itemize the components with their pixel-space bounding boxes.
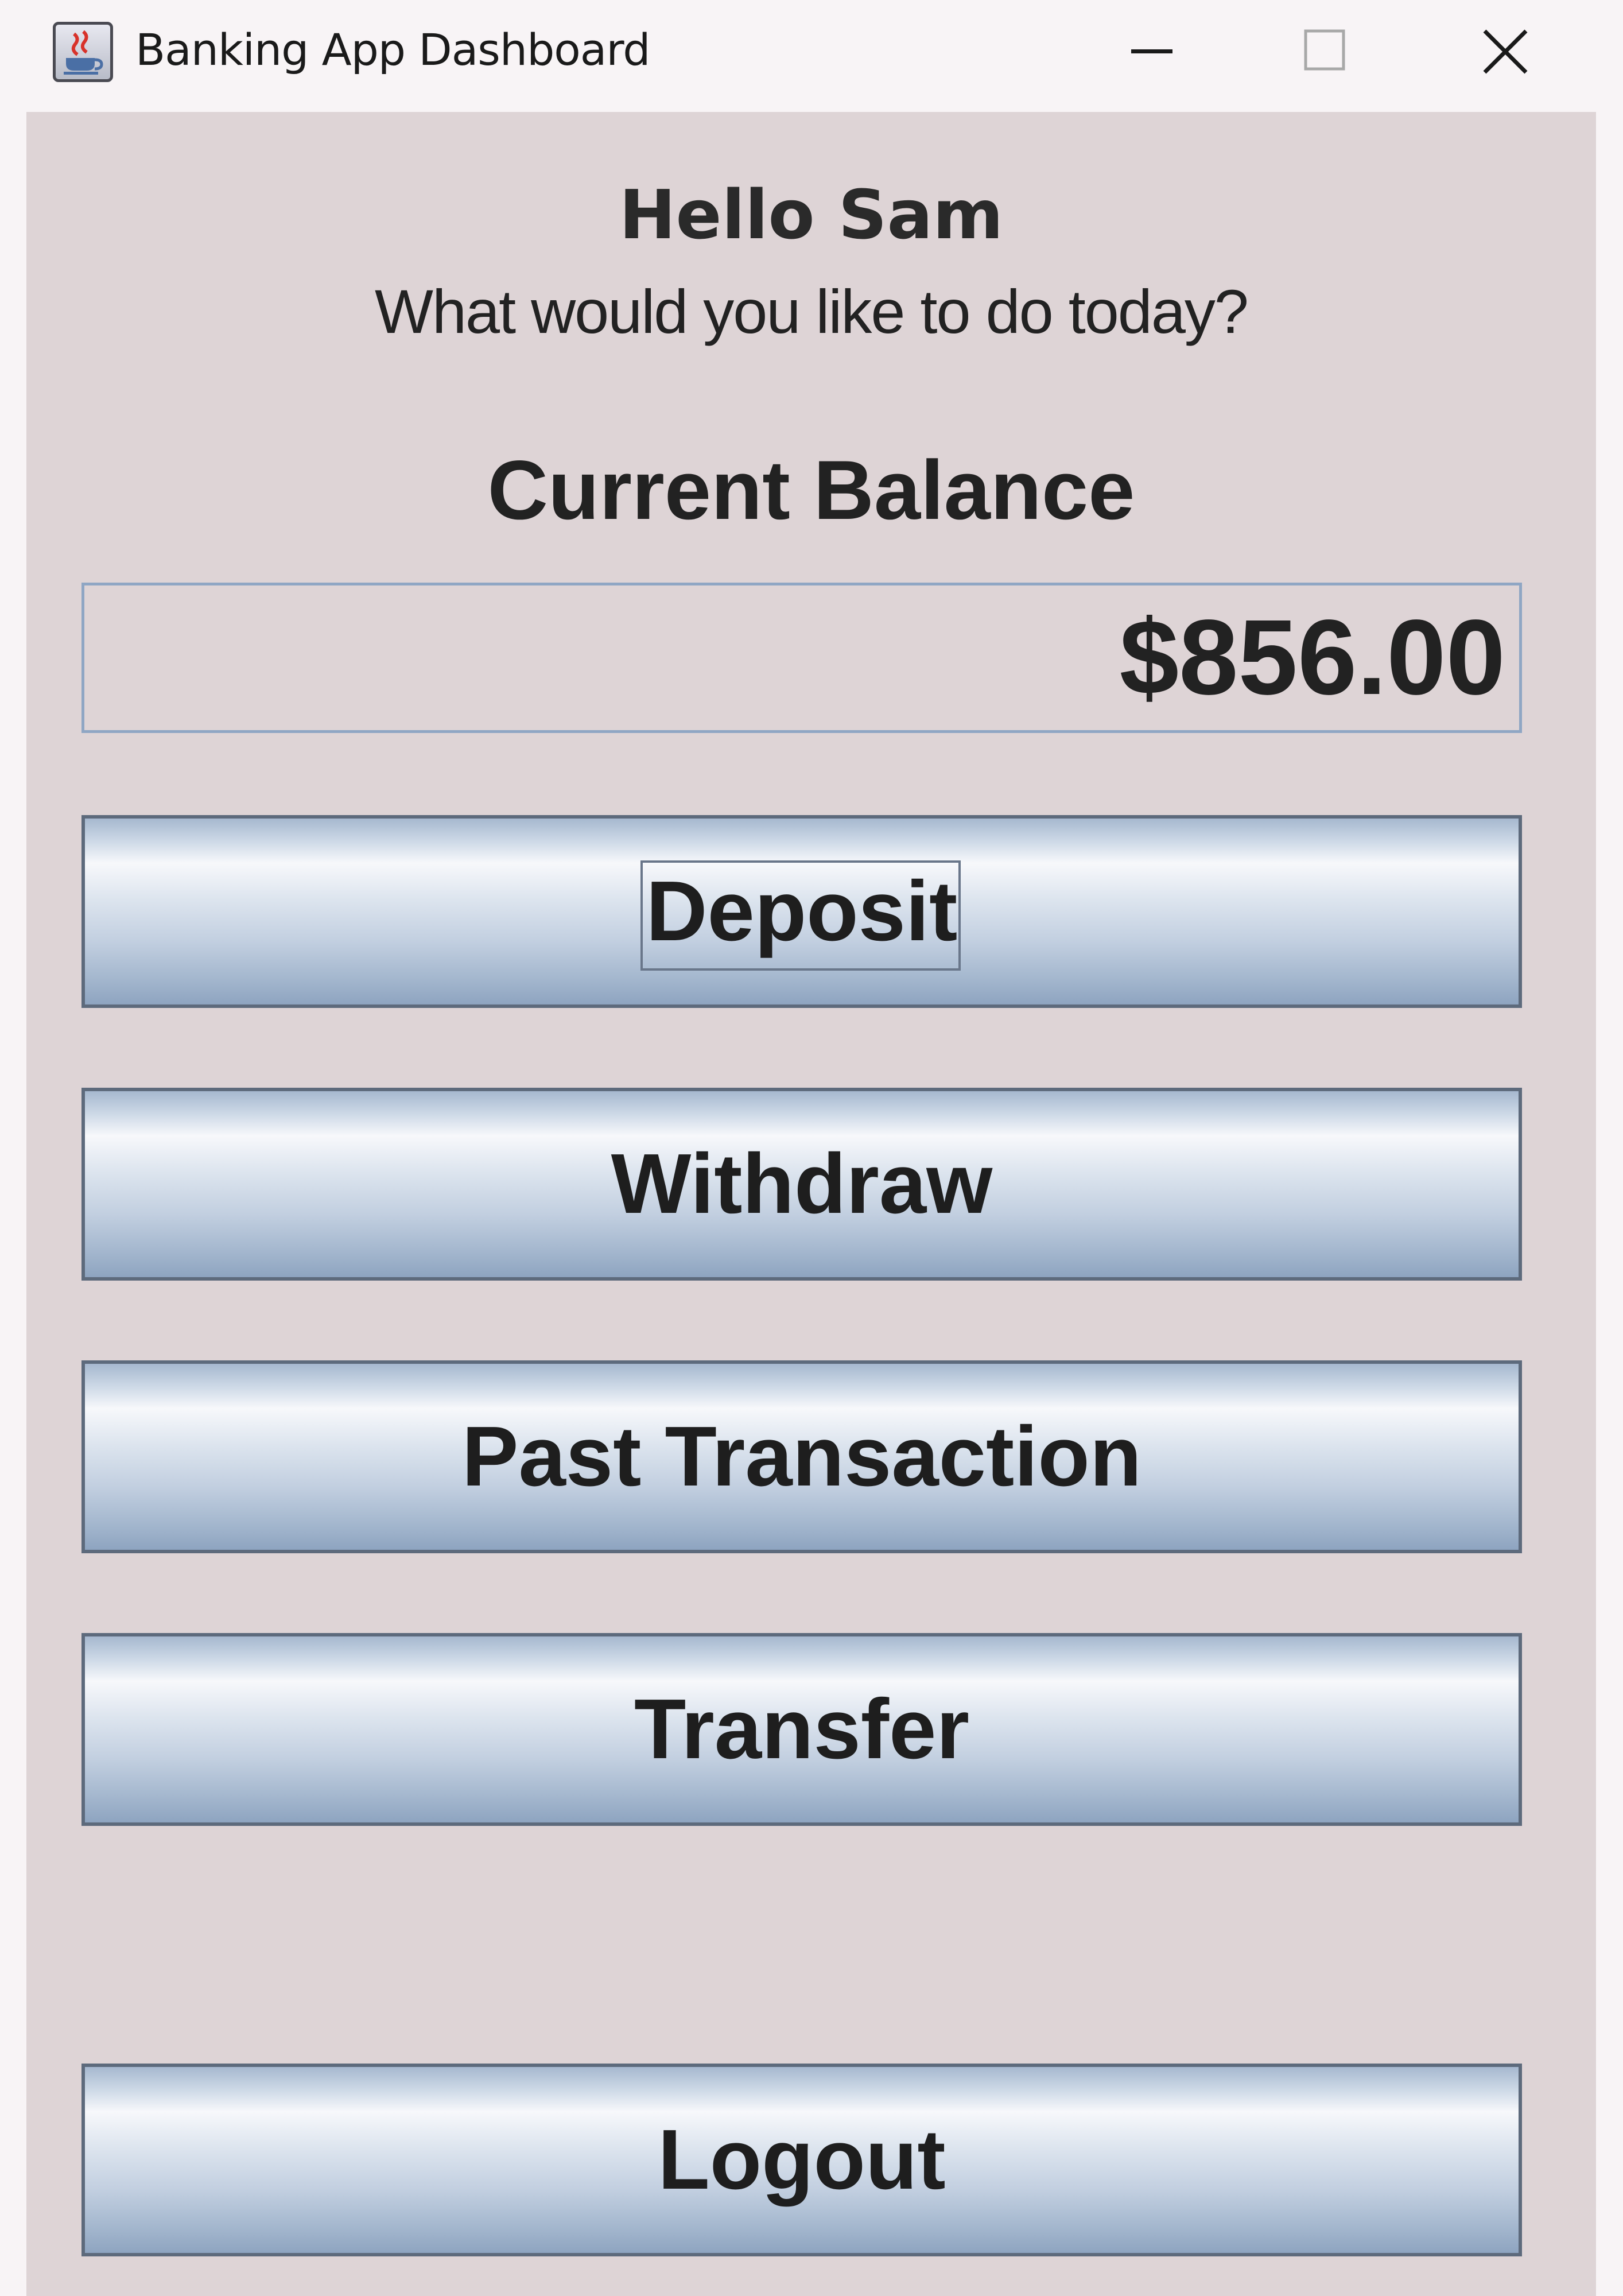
window-title: Banking App Dashboard — [135, 24, 651, 75]
dashboard-panel: Hello Sam What would you like to do toda… — [26, 112, 1596, 2296]
prompt-label: What would you like to do today? — [375, 277, 1249, 346]
deposit-button-label: Deposit — [646, 864, 958, 959]
close-button[interactable] — [1462, 17, 1548, 86]
close-icon — [1483, 29, 1528, 74]
maximize-button[interactable] — [1283, 17, 1369, 86]
transfer-button-label: Transfer — [634, 1682, 970, 1777]
withdraw-button-label: Withdraw — [611, 1137, 993, 1231]
logout-button[interactable]: Logout — [81, 2064, 1522, 2256]
transfer-button[interactable]: Transfer — [81, 1633, 1522, 1826]
withdraw-button[interactable]: Withdraw — [81, 1088, 1522, 1281]
java-coffee-cup-icon — [53, 22, 113, 82]
banking-app-window: Banking App Dashboard Hello Sam What wou… — [0, 0, 1623, 2296]
minimize-icon — [1131, 49, 1172, 53]
deposit-button[interactable]: Deposit — [81, 815, 1522, 1008]
current-balance-label: Current Balance — [487, 443, 1135, 537]
maximize-icon — [1304, 29, 1345, 71]
greeting-label: Hello Sam — [619, 175, 1004, 254]
balance-display-field: $856.00 — [81, 583, 1522, 733]
past-transaction-button[interactable]: Past Transaction — [81, 1360, 1522, 1553]
past-transaction-button-label: Past Transaction — [461, 1409, 1142, 1504]
minimize-button[interactable] — [1109, 17, 1195, 86]
title-bar[interactable]: Banking App Dashboard — [0, 0, 1623, 112]
logout-button-label: Logout — [658, 2112, 946, 2207]
